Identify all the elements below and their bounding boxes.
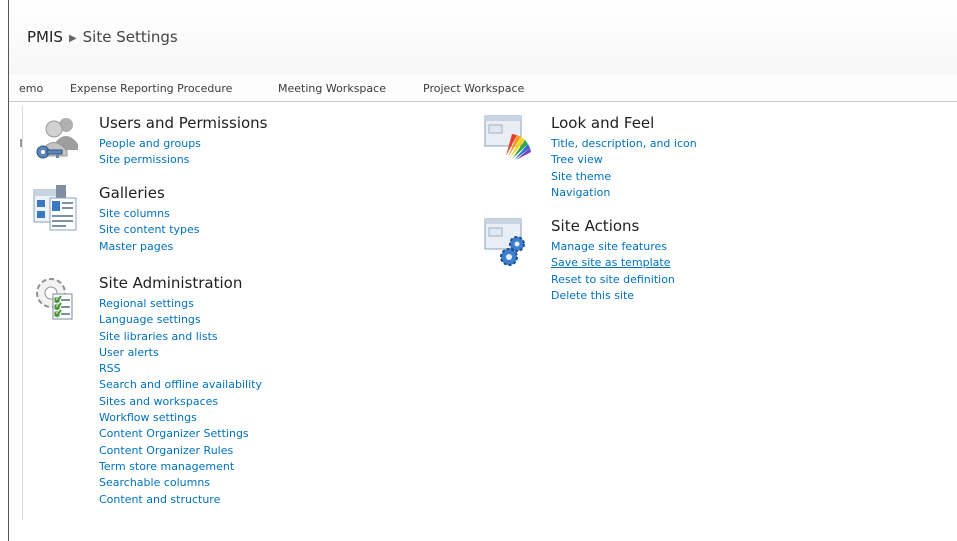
link-list: Title, description, and icon Tree view S… <box>551 136 697 201</box>
nav-item-expense-reporting[interactable]: Expense Reporting Procedure <box>70 82 232 95</box>
link-tree-view[interactable]: Tree view <box>551 152 697 168</box>
link-term-store-management[interactable]: Term store management <box>99 459 262 475</box>
link-content-organizer-rules[interactable]: Content Organizer Rules <box>99 443 262 459</box>
link-search-and-offline-availability[interactable]: Search and offline availability <box>99 377 262 393</box>
link-list: People and groups Site permissions <box>99 136 267 169</box>
link-rss[interactable]: RSS <box>99 361 262 377</box>
link-reset-to-site-definition[interactable]: Reset to site definition <box>551 272 675 288</box>
link-site-columns[interactable]: Site columns <box>99 206 200 222</box>
section-title: Site Administration <box>99 274 243 292</box>
section-title: Site Actions <box>551 217 640 235</box>
section-content: Galleries Site columns Site content type… <box>99 184 200 255</box>
link-title-description-icon[interactable]: Title, description, and icon <box>551 136 697 152</box>
link-user-alerts[interactable]: User alerts <box>99 345 262 361</box>
section-content: Site Administration Regional settings La… <box>99 274 262 508</box>
breadcrumb-arrow-icon: ▶ <box>68 33 77 44</box>
section-title: Look and Feel <box>551 114 655 132</box>
users-keys-icon <box>32 114 82 164</box>
link-sites-and-workspaces[interactable]: Sites and workspaces <box>99 394 262 410</box>
left-divider <box>22 106 23 520</box>
link-searchable-columns[interactable]: Searchable columns <box>99 475 262 491</box>
nav-item-demo[interactable]: emo <box>19 82 43 95</box>
gear-checklist-icon <box>32 274 82 324</box>
link-site-theme[interactable]: Site theme <box>551 169 697 185</box>
breadcrumb: PMIS ▶ Site Settings <box>27 28 178 46</box>
window-gears-icon <box>484 217 534 267</box>
top-nav-bar: emo Expense Reporting Procedure Meeting … <box>9 75 957 102</box>
nav-item-project-workspace[interactable]: Project Workspace <box>423 82 524 95</box>
link-master-pages[interactable]: Master pages <box>99 239 200 255</box>
link-navigation[interactable]: Navigation <box>551 185 697 201</box>
link-site-content-types[interactable]: Site content types <box>99 222 200 238</box>
nav-item-meeting-workspace[interactable]: Meeting Workspace <box>278 82 386 95</box>
link-content-organizer-settings[interactable]: Content Organizer Settings <box>99 426 262 442</box>
link-language-settings[interactable]: Language settings <box>99 312 262 328</box>
section-content: Site Actions Manage site features Save s… <box>551 217 675 304</box>
page-title: Site Settings <box>82 28 178 46</box>
link-workflow-settings[interactable]: Workflow settings <box>99 410 262 426</box>
link-people-and-groups[interactable]: People and groups <box>99 136 267 152</box>
link-regional-settings[interactable]: Regional settings <box>99 296 262 312</box>
link-list: Regional settings Language settings Site… <box>99 296 262 508</box>
link-list: Site columns Site content types Master p… <box>99 206 200 255</box>
link-save-site-as-template[interactable]: Save site as template <box>551 255 675 271</box>
galleries-icon <box>32 184 82 234</box>
link-content-and-structure[interactable]: Content and structure <box>99 492 262 508</box>
link-list: Manage site features Save site as templa… <box>551 239 675 304</box>
section-title: Users and Permissions <box>99 114 268 132</box>
link-site-permissions[interactable]: Site permissions <box>99 152 267 168</box>
breadcrumb-site-link[interactable]: PMIS <box>27 28 63 46</box>
left-divider-mark <box>20 139 22 147</box>
link-site-libraries-and-lists[interactable]: Site libraries and lists <box>99 329 262 345</box>
color-swatch-icon <box>484 114 534 164</box>
link-delete-this-site[interactable]: Delete this site <box>551 288 675 304</box>
link-manage-site-features[interactable]: Manage site features <box>551 239 675 255</box>
section-content: Users and Permissions People and groups … <box>99 114 267 169</box>
section-title: Galleries <box>99 184 165 202</box>
section-content: Look and Feel Title, description, and ic… <box>551 114 697 201</box>
